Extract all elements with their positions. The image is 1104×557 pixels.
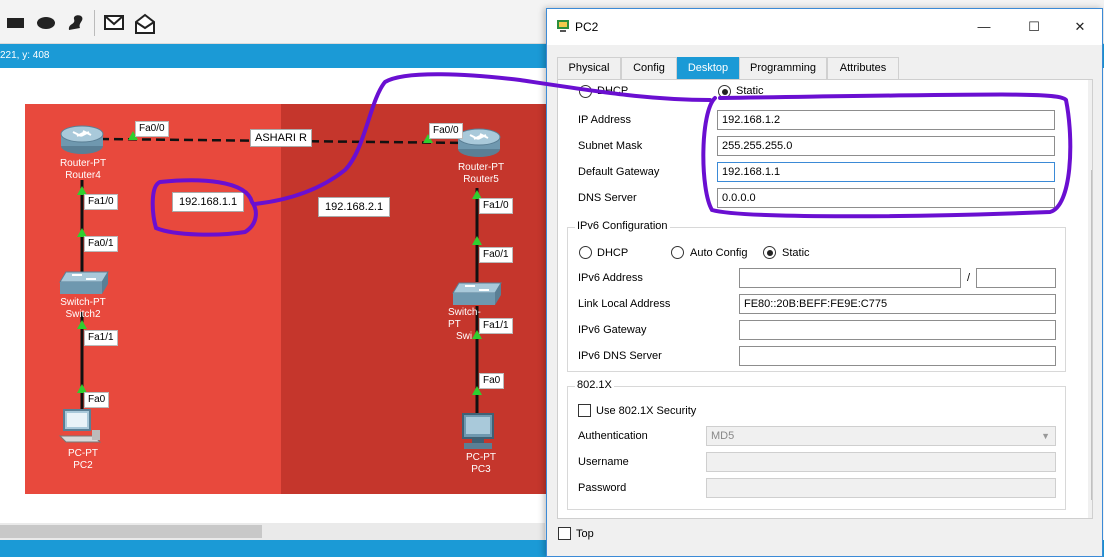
- tab-programming[interactable]: Programming: [739, 57, 827, 79]
- pc2-label: PC-PT PC2: [68, 448, 98, 471]
- ipv6-auto-config-radio[interactable]: [671, 246, 684, 259]
- username-label: Username: [578, 456, 629, 468]
- add-pdu-icon[interactable]: [104, 13, 126, 33]
- ipv6-prefix-separator: /: [967, 272, 971, 284]
- subnet-mask-label: Subnet Mask: [578, 140, 643, 152]
- authentication-select[interactable]: MD5 ▼: [706, 426, 1056, 446]
- ipv6-gateway-field[interactable]: [739, 320, 1056, 340]
- workspace-scrollbar-thumb[interactable]: [0, 525, 262, 538]
- use-dot1x-checkbox[interactable]: [578, 404, 591, 417]
- pc2-config-window: PC2 — ☐ ✕ Physical Config Desktop Progra…: [546, 8, 1103, 557]
- network-note-left: 192.168.1.1: [172, 192, 245, 212]
- freeform-tool-icon[interactable]: [66, 13, 86, 33]
- pc-app-icon: [557, 20, 569, 32]
- window-title: PC2: [575, 20, 599, 34]
- username-field[interactable]: [706, 452, 1056, 472]
- dot1x-group-title: 802.1X: [575, 379, 614, 391]
- scroll-up-icon[interactable]: ▲: [1092, 86, 1093, 96]
- ipv4-static-radio[interactable]: [718, 85, 731, 98]
- ip-configuration-panel: DHCP Static IP Address 192.168.1.2 Subne…: [557, 79, 1093, 519]
- panel-scrollbar-thumb[interactable]: [1091, 170, 1092, 500]
- close-button[interactable]: ✕: [1065, 15, 1095, 39]
- router4-icon[interactable]: [59, 124, 105, 156]
- tab-attributes[interactable]: Attributes: [827, 57, 899, 79]
- link-local-address-field[interactable]: FE80::20B:BEFF:FE9E:C775: [739, 294, 1056, 314]
- ipv6-dns-server-label: IPv6 DNS Server: [578, 350, 662, 362]
- port-label-sw2-fa01: Fa0/1: [84, 236, 118, 252]
- ipv6-dhcp-radio[interactable]: [579, 246, 592, 259]
- tab-desktop[interactable]: Desktop: [677, 57, 739, 79]
- port-label-pc3-fa0: Fa0: [479, 373, 505, 389]
- maximize-button[interactable]: ☐: [1019, 15, 1049, 39]
- ellipse-tool-icon[interactable]: [36, 13, 56, 33]
- password-field[interactable]: [706, 478, 1056, 498]
- port-label-r5-fa00: Fa0/0: [429, 123, 463, 139]
- switch2-icon[interactable]: [58, 270, 110, 296]
- ipv6-static-label: Static: [782, 247, 810, 259]
- ipv6-static-radio[interactable]: [763, 246, 776, 259]
- router4-label: Router-PT Router4: [59, 158, 107, 181]
- scroll-down-icon[interactable]: ▼: [1092, 504, 1093, 514]
- port-label-r5-fa10: Fa1/0: [479, 198, 513, 214]
- switch-right-icon[interactable]: [451, 281, 503, 307]
- password-label: Password: [578, 482, 627, 494]
- port-label-sw2-fa11: Fa1/1: [84, 330, 118, 346]
- ipv6-gateway-label: IPv6 Gateway: [578, 324, 647, 336]
- rectangle-tool-icon[interactable]: [6, 13, 26, 33]
- link-status-indicator: [77, 320, 87, 329]
- authentication-label: Authentication: [578, 430, 648, 442]
- chevron-down-icon: ▼: [1041, 431, 1050, 441]
- default-gateway-label: Default Gateway: [578, 166, 660, 178]
- authentication-value: MD5: [711, 430, 735, 442]
- subnet-mask-field[interactable]: 255.255.255.0: [717, 136, 1055, 156]
- port-label-swr-fa01: Fa0/1: [479, 247, 513, 263]
- link-status-indicator: [472, 236, 482, 245]
- router5-label: Router-PT Router5: [457, 162, 505, 185]
- ipv6-dhcp-label: DHCP: [597, 247, 629, 259]
- ipv4-static-label: Static: [736, 85, 764, 97]
- pc3-icon[interactable]: [458, 412, 504, 452]
- window-titlebar[interactable]: PC2 — ☐ ✕: [547, 9, 1102, 45]
- port-label-r4-fa00: Fa0/0: [135, 121, 169, 137]
- link-local-address-label: Link Local Address: [578, 298, 671, 310]
- ip-address-field[interactable]: 192.168.1.2: [717, 110, 1055, 130]
- use-dot1x-label: Use 802.1X Security: [596, 405, 697, 417]
- pc3-label: PC-PT PC3: [466, 452, 496, 475]
- add-complex-pdu-icon[interactable]: [134, 13, 156, 35]
- ipv6-prefix-field[interactable]: [976, 268, 1056, 288]
- pc2-icon[interactable]: [58, 408, 104, 448]
- dns-server-field[interactable]: 0.0.0.0: [717, 188, 1055, 208]
- port-label-pc2-fa0: Fa0: [84, 392, 110, 408]
- tab-config[interactable]: Config: [621, 57, 677, 79]
- top-checkbox[interactable]: [558, 527, 571, 540]
- ipv4-dhcp-label: DHCP: [597, 85, 629, 97]
- minimize-button[interactable]: —: [969, 15, 999, 39]
- top-label: Top: [576, 528, 594, 540]
- ipv6-dns-server-field[interactable]: [739, 346, 1056, 366]
- ipv4-dhcp-radio[interactable]: [579, 85, 592, 98]
- port-label-r4-fa10: Fa1/0: [84, 194, 118, 210]
- dns-server-label: DNS Server: [578, 192, 637, 204]
- port-label-swr-fa11: Fa1/1: [479, 318, 513, 334]
- ipv6-address-label: IPv6 Address: [578, 272, 643, 284]
- link-label: ASHARI R: [250, 129, 312, 147]
- coordinate-readout: 221, y: 408: [0, 50, 50, 61]
- ipv6-address-field[interactable]: [739, 268, 961, 288]
- router5-icon[interactable]: [456, 127, 502, 159]
- switch2-label: Switch-PT Switch2: [60, 297, 106, 320]
- toolbar-separator: [94, 10, 95, 36]
- ipv6-auto-config-label: Auto Config: [690, 247, 748, 259]
- ip-address-label: IP Address: [578, 114, 631, 126]
- default-gateway-field[interactable]: 192.168.1.1: [717, 162, 1055, 182]
- tab-physical[interactable]: Physical: [557, 57, 621, 79]
- ipv6-group-title: IPv6 Configuration: [575, 220, 670, 232]
- network-note-right: 192.168.2.1: [318, 197, 391, 217]
